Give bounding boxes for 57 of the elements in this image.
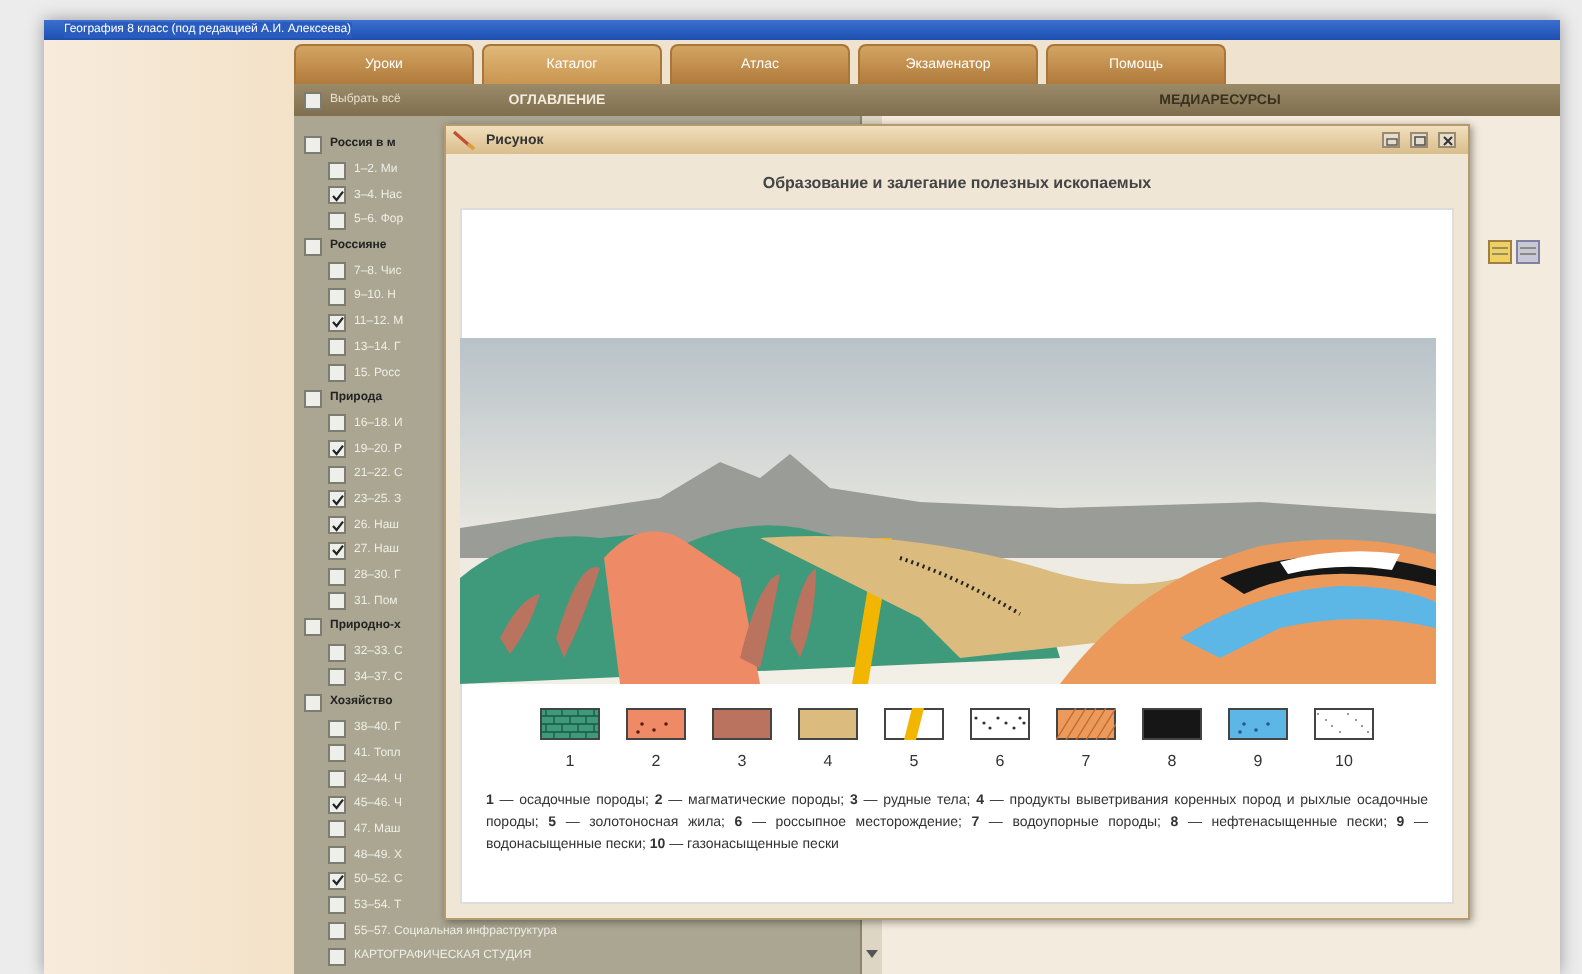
checkbox[interactable]: [328, 490, 346, 509]
legend-swatch: [884, 708, 944, 740]
checkbox[interactable]: [328, 719, 346, 738]
checkbox[interactable]: [304, 237, 322, 256]
checkbox[interactable]: [328, 516, 346, 535]
checkbox[interactable]: [328, 440, 346, 459]
legend-number: 10: [1335, 752, 1353, 770]
checkbox[interactable]: [328, 592, 346, 611]
checkbox[interactable]: [328, 643, 346, 662]
legend-number: 8: [1167, 752, 1177, 770]
view-toggle-icon[interactable]: [1488, 240, 1540, 264]
checkbox[interactable]: [328, 414, 346, 433]
checkbox[interactable]: [328, 567, 346, 586]
checkbox[interactable]: [304, 617, 322, 636]
checkbox[interactable]: [328, 795, 346, 814]
close-icon: [1441, 135, 1453, 145]
maximize-button[interactable]: [1410, 132, 1428, 148]
legend-number: 4: [823, 752, 833, 770]
close-button[interactable]: [1438, 132, 1456, 148]
figure-title: Образование и залегание полезных ископаемых: [760, 172, 1154, 196]
checkbox[interactable]: [328, 313, 346, 332]
checkbox[interactable]: [328, 896, 346, 915]
select-all-checkbox[interactable]: [304, 91, 322, 109]
checkbox[interactable]: [328, 364, 346, 383]
checkbox[interactable]: [328, 262, 346, 281]
checkbox[interactable]: [328, 338, 346, 357]
checkbox[interactable]: [328, 744, 346, 763]
legend-number: 2: [651, 752, 661, 770]
checkbox[interactable]: [328, 287, 346, 306]
legend-swatch: [970, 708, 1030, 740]
checkbox[interactable]: [328, 186, 346, 205]
checkbox[interactable]: [328, 846, 346, 865]
print-button[interactable]: [1382, 132, 1400, 148]
checkbox[interactable]: [328, 211, 346, 230]
checkbox[interactable]: [304, 693, 322, 712]
legend-number: 5: [909, 752, 919, 770]
checkbox[interactable]: [328, 541, 346, 560]
legend-swatch: [1314, 708, 1374, 740]
checkbox[interactable]: [304, 135, 322, 154]
legend-number: 9: [1253, 752, 1263, 770]
checkbox[interactable]: [328, 947, 346, 966]
checkbox[interactable]: [304, 389, 322, 408]
checkbox[interactable]: [328, 668, 346, 687]
maximize-icon: [1413, 135, 1425, 145]
brush-icon: [452, 130, 476, 150]
checkbox[interactable]: [328, 922, 346, 941]
checkbox[interactable]: [328, 465, 346, 484]
legend-number: 7: [1081, 752, 1091, 770]
legend-number: 6: [995, 752, 1005, 770]
checkbox[interactable]: [328, 770, 346, 789]
checkbox[interactable]: [328, 161, 346, 180]
legend-number: 3: [737, 752, 747, 770]
checkbox[interactable]: [328, 820, 346, 839]
legend-number: 1: [565, 752, 575, 770]
scroll-down-icon[interactable]: [864, 946, 880, 962]
printer-icon: [1385, 135, 1397, 145]
checkbox[interactable]: [328, 871, 346, 890]
